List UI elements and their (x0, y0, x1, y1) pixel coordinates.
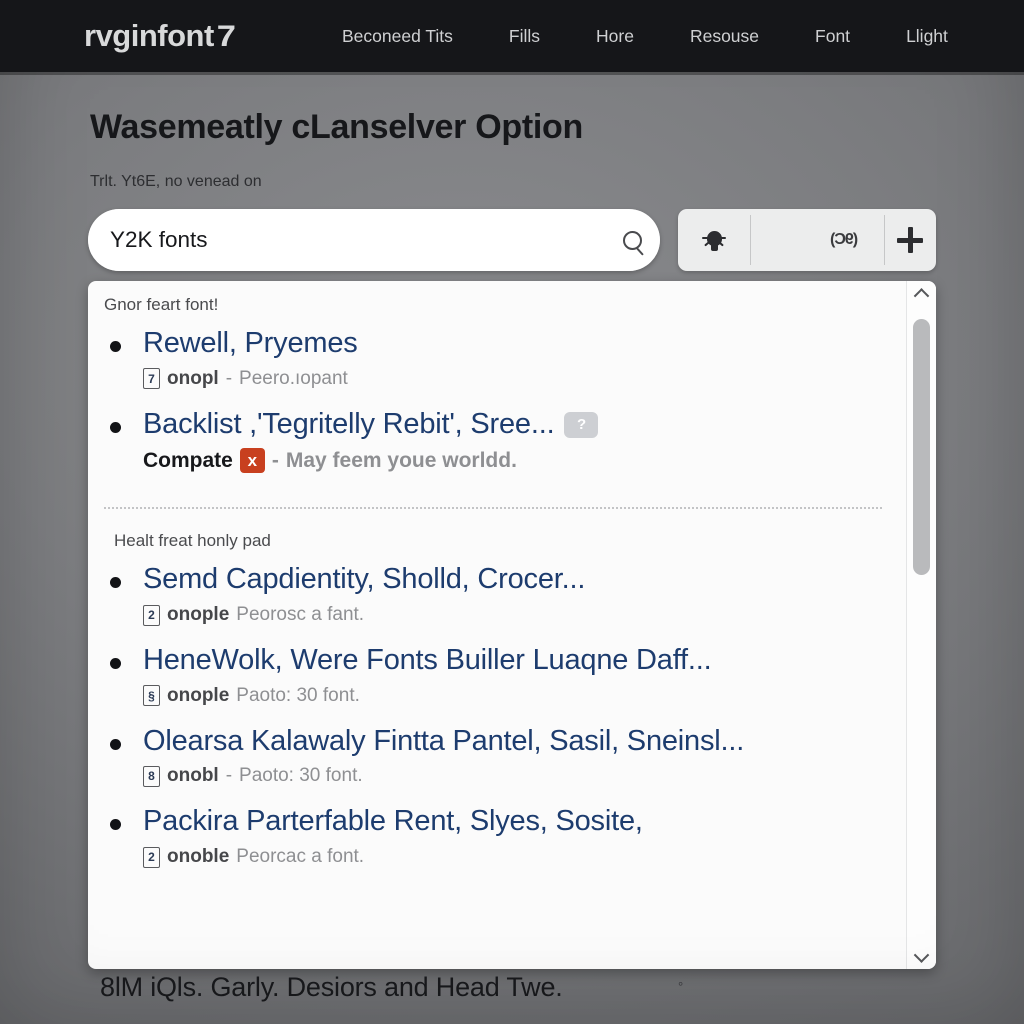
result-description: Peero.ıopant (239, 367, 348, 389)
nav-link-llight[interactable]: Llight (906, 26, 948, 47)
results-section-label-2: Healt freat honly pad (114, 531, 271, 551)
result-source: onopl (167, 367, 219, 389)
bullet-icon (110, 421, 121, 433)
result-title-text: Rewell, Pryemes (143, 327, 358, 359)
result-source: onople (167, 604, 230, 626)
result-title[interactable]: Semd Capdientity, Sholld, Crocer... (143, 561, 906, 599)
result-description: Paoto: 30 font. (236, 684, 360, 706)
result-dash: - (225, 765, 233, 787)
bullet-icon (110, 341, 121, 352)
result-source: onobl (167, 765, 219, 787)
search-input[interactable] (88, 227, 604, 253)
search-button[interactable] (604, 209, 660, 271)
bullet-icon (110, 819, 121, 831)
scrollbar-thumb[interactable] (912, 319, 930, 575)
result-title[interactable]: Olearsa Kalawaly Fintta Pantel, Sasil, S… (143, 723, 906, 761)
bullet-icon (110, 658, 121, 670)
monitor-icon (775, 228, 805, 252)
bullet-icon (110, 738, 121, 750)
lightbulb-icon (702, 227, 726, 253)
plus-icon (897, 227, 923, 253)
nav-link-font[interactable]: Font (815, 26, 850, 47)
bullet-icon (110, 577, 121, 589)
list-item[interactable]: Backlist ,'Tegritelly Rebit', Sree... ? … (88, 406, 906, 490)
window-preview-button[interactable]: (9C) (750, 209, 884, 271)
result-title-text: Olearsa Kalawaly Fintta Pantel, Sasil, S… (143, 724, 745, 757)
add-button[interactable] (884, 209, 936, 271)
result-title-text: HeneWolk, Were Fonts Builler Luaqne Daff… (143, 644, 712, 677)
lightbulb-button[interactable] (678, 209, 750, 271)
result-subtitle: 8 onobl - Paoto: 30 font. (143, 765, 906, 787)
footer-text: 8lM iQls. Garly. Desiors and Head Twe. (100, 972, 563, 1002)
nav-link-fills[interactable]: Fills (509, 26, 540, 47)
list-item[interactable]: Olearsa Kalawaly Fintta Pantel, Sasil, S… (88, 723, 906, 804)
nav-link-resouse[interactable]: Resouse (690, 26, 759, 47)
toolbar-button-group: (9C) (678, 209, 936, 271)
result-description: May feem youe worldd. (285, 448, 517, 472)
result-source: onoble (167, 846, 230, 868)
list-item[interactable]: Packira Parterfable Rent, Slyes, Sosite,… (88, 803, 906, 884)
result-subtitle: Compate x - May feem youe worldd. (143, 448, 906, 474)
page-title: Wasemeatly cLanselver Option (90, 108, 583, 146)
source-favicon-icon: § (143, 685, 160, 707)
result-subtitle: 2 onoble Peorcac a font. (143, 846, 906, 868)
chevron-down-icon (913, 946, 930, 963)
result-title[interactable]: HeneWolk, Were Fonts Builler Luaqne Daff… (143, 642, 906, 680)
section-divider (104, 507, 882, 510)
results-scroll-area: Gnor feart font! Rewell, Pryemes 7 onopl… (88, 281, 906, 969)
logo-text: rvginfont (84, 18, 214, 53)
help-badge-icon[interactable]: ? (564, 411, 599, 438)
list-item[interactable]: HeneWolk, Were Fonts Builler Luaqne Daff… (88, 642, 906, 723)
result-source: Compate (143, 448, 233, 472)
footer-trailing-mark: ° (678, 979, 684, 994)
search-box[interactable] (88, 209, 660, 271)
source-favicon-icon: 2 (143, 846, 160, 868)
page-subtitle: Trlt. Yt6E, no venead on (90, 173, 262, 190)
search-icon (622, 230, 642, 250)
nav-links: Beconeed Tits Fills Hore Resouse Font Ll… (342, 26, 948, 47)
result-dash: - (271, 448, 279, 472)
result-subtitle: 7 onopl - Peero.ıopant (143, 368, 906, 390)
result-title-text: Backlist ,'Tegritelly Rebit', Sree... (143, 407, 555, 440)
result-title-text: Semd Capdientity, Sholld, Crocer... (143, 563, 586, 596)
result-subtitle: § onople Paoto: 30 font. (143, 685, 906, 707)
result-dash: - (225, 367, 233, 389)
chevron-up-icon (913, 287, 930, 304)
nav-link-beconeed-tits[interactable]: Beconeed Tits (342, 26, 453, 47)
top-navigation-bar: rvginfont 7 Beconeed Tits Fills Hore Res… (0, 0, 1024, 75)
source-favicon-icon: 7 (143, 368, 160, 390)
results-section-label-1: Gnor feart font! (104, 295, 219, 314)
list-item[interactable]: Rewell, Pryemes 7 onopl - Peero.ıopant (88, 325, 906, 406)
result-subtitle: 2 onople Peorosc a fant. (143, 604, 906, 626)
result-title-text: Packira Parterfable Rent, Slyes, Sosite, (143, 805, 643, 838)
close-badge-icon[interactable]: x (239, 448, 265, 474)
search-results-dropdown: Gnor feart font! Rewell, Pryemes 7 onopl… (88, 281, 936, 969)
result-title[interactable]: Packira Parterfable Rent, Slyes, Sosite, (143, 803, 906, 841)
logo-mark-icon: 7 (216, 20, 236, 53)
window-shortcut-label: (9C) (831, 231, 859, 248)
scroll-up-button[interactable] (907, 281, 937, 307)
results-scrollbar[interactable] (906, 281, 936, 969)
scroll-down-button[interactable] (907, 943, 937, 969)
list-item[interactable]: Semd Capdientity, Sholld, Crocer... 2 on… (88, 561, 906, 642)
source-favicon-icon: 2 (143, 604, 160, 626)
result-description: Peorosc a fant. (236, 604, 365, 626)
result-title[interactable]: Backlist ,'Tegritelly Rebit', Sree... ? (143, 406, 906, 444)
search-row: (9C) (88, 209, 936, 271)
source-favicon-icon: 8 (143, 765, 160, 787)
result-source: onople (167, 684, 230, 706)
site-logo[interactable]: rvginfont 7 (84, 18, 236, 54)
result-description: Peorcac a font. (236, 846, 365, 868)
scrollbar-track[interactable] (907, 307, 937, 943)
result-description: Paoto: 30 font. (239, 765, 363, 787)
nav-link-hore[interactable]: Hore (596, 26, 634, 47)
result-title[interactable]: Rewell, Pryemes (143, 325, 906, 363)
